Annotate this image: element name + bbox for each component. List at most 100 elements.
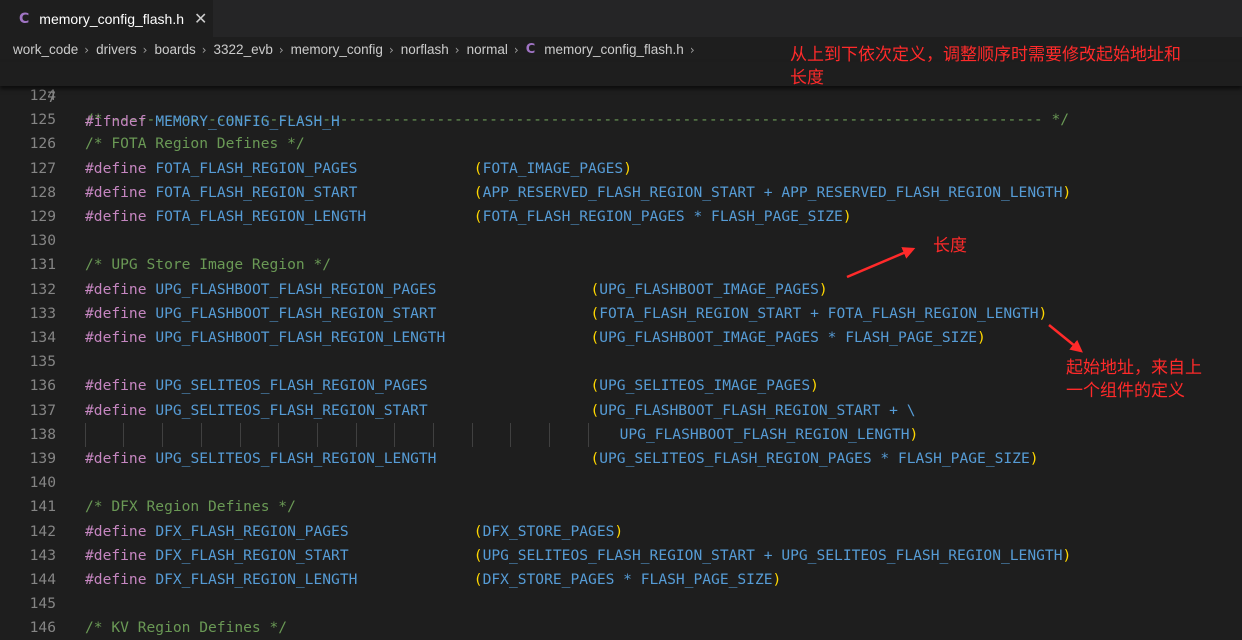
breadcrumb-item[interactable]: memory_config xyxy=(291,42,383,57)
chevron-right-icon: › xyxy=(454,42,460,57)
chevron-right-icon: › xyxy=(388,42,394,57)
annotation-start-line1: 起始地址，来自上 xyxy=(1066,358,1202,378)
macro-name: DFX_FLASH_REGION_START xyxy=(155,546,349,564)
open-paren: ( xyxy=(590,304,600,322)
indent-guide xyxy=(588,422,589,447)
code-line[interactable]: 144 #define DFX_FLASH_REGION_LENGTH (DFX_S… xyxy=(0,568,1242,592)
indent-guide xyxy=(433,422,434,447)
code-line[interactable]: 139 #define UPG_SELITEOS_FLASH_REGION_LEN… xyxy=(0,447,1242,471)
line-number: 135 xyxy=(29,353,56,371)
code-line[interactable]: 131 /* UPG Store Image Region */ xyxy=(0,253,1242,277)
line-number: 129 xyxy=(29,208,56,225)
code-line[interactable]: 141 /* DFX Region Defines */ xyxy=(0,495,1242,519)
open-paren: ( xyxy=(590,329,600,346)
macro-value: UPG_SELITEOS_IMAGE_PAGES xyxy=(599,377,811,395)
preprocessor-keyword: #define xyxy=(85,571,147,588)
open-paren: ( xyxy=(473,571,483,588)
code-line[interactable]: 128 #define FOTA_FLASH_REGION_START (APP_R… xyxy=(0,181,1242,205)
annotation-top-note-line2: 长度 xyxy=(790,68,824,88)
preprocessor-keyword: #define xyxy=(85,304,147,322)
close-paren: ) xyxy=(1062,183,1072,201)
indent-guide xyxy=(85,422,86,447)
open-paren: ( xyxy=(590,401,600,419)
code-line[interactable]: 134 #define UPG_FLASHBOOT_FLASH_REGION_LE… xyxy=(0,326,1242,350)
line-number: 128 xyxy=(29,183,56,201)
code-line[interactable]: 145 xyxy=(0,592,1242,616)
code-line[interactable]: 135 xyxy=(0,350,1242,374)
chevron-right-icon: › xyxy=(278,42,284,57)
macro-value: DFX_STORE_PAGES xyxy=(482,522,615,540)
macro-value: FOTA_FLASH_REGION_START + FOTA_FLASH_REG… xyxy=(599,304,1039,322)
macro-value: UPG_FLASHBOOT_FLASH_REGION_LENGTH xyxy=(619,425,910,443)
annotation-top-note: 从上到下依次定义，调整顺序时需要修改起始地址和 长度 xyxy=(790,44,1181,90)
close-paren: ) xyxy=(623,159,632,177)
close-icon[interactable]: ✕ xyxy=(194,9,207,28)
code-line[interactable]: 136 #define UPG_SELITEOS_FLASH_REGION_PAG… xyxy=(0,374,1242,398)
code-line[interactable]: 130 xyxy=(0,229,1242,253)
preprocessor-keyword: #define xyxy=(85,280,147,298)
close-paren: ) xyxy=(1038,304,1048,322)
close-paren: ) xyxy=(842,208,852,225)
open-paren: ( xyxy=(473,183,483,201)
code-line[interactable]: 137 #define UPG_SELITEOS_FLASH_REGION_STA… xyxy=(0,399,1242,423)
annotation-length: 长度 xyxy=(933,236,967,256)
editor-tab-bar: C memory_config_flash.h ✕ xyxy=(0,0,1242,37)
indent-guide xyxy=(317,422,318,447)
code-line[interactable]: 143 #define DFX_FLASH_REGION_START (UPG_SE… xyxy=(0,544,1242,568)
breadcrumb-item[interactable]: drivers xyxy=(96,42,137,57)
macro-name: UPG_SELITEOS_FLASH_REGION_START xyxy=(155,401,428,419)
macro-name: FOTA_FLASH_REGION_PAGES xyxy=(155,159,358,177)
code-line[interactable]: 129 #define FOTA_FLASH_REGION_LENGTH (FOTA… xyxy=(0,205,1242,229)
line-number: 141 xyxy=(29,498,56,516)
chevron-right-icon: › xyxy=(513,42,519,57)
close-paren: ) xyxy=(1029,450,1039,467)
code-line[interactable]: 138 UPG_FLASHBOOT_FLASH_REGION_LENGTH) xyxy=(0,422,1242,447)
preprocessor-keyword: #define xyxy=(85,159,147,177)
close-paren: ) xyxy=(909,425,919,443)
open-paren: ( xyxy=(590,450,600,467)
line-number: 139 xyxy=(29,450,56,467)
macro-value: FOTA_IMAGE_PAGES xyxy=(482,159,624,177)
code-line[interactable]: 127 #define FOTA_FLASH_REGION_PAGES (FOTA_… xyxy=(0,157,1242,181)
macro-name: UPG_FLASHBOOT_FLASH_REGION_START xyxy=(155,304,437,322)
indent-guide xyxy=(123,422,124,447)
code-line[interactable]: 133 #define UPG_FLASHBOOT_FLASH_REGION_ST… xyxy=(0,302,1242,326)
macro-value: FOTA_FLASH_REGION_PAGES * FLASH_PAGE_SIZ… xyxy=(482,208,843,225)
preprocessor-keyword: #define xyxy=(85,329,147,346)
line-number: 130 xyxy=(29,232,56,250)
macro-value: DFX_STORE_PAGES * FLASH_PAGE_SIZE xyxy=(482,571,773,588)
chevron-right-icon: › xyxy=(689,42,695,57)
editor-tab[interactable]: C memory_config_flash.h ✕ xyxy=(0,0,213,37)
breadcrumb-file[interactable]: memory_config_flash.h xyxy=(544,42,684,57)
breadcrumb-item[interactable]: normal xyxy=(467,42,508,57)
line-number: 140 xyxy=(29,474,56,492)
indent-guide xyxy=(472,422,473,447)
macro-name: FOTA_FLASH_REGION_LENGTH xyxy=(155,208,367,225)
preprocessor-keyword: #ifndef xyxy=(85,113,147,130)
line-number: 138 xyxy=(29,425,56,443)
code-comment: /* KV Region Defines */ xyxy=(85,619,288,637)
code-line[interactable]: 132 #define UPG_FLASHBOOT_FLASH_REGION_PA… xyxy=(0,278,1242,302)
close-paren: ) xyxy=(1062,546,1072,564)
breadcrumb-item[interactable]: boards xyxy=(154,42,195,57)
line-number: 133 xyxy=(29,304,56,322)
line-number: 136 xyxy=(29,377,56,395)
indent-guide xyxy=(394,422,395,447)
breadcrumb-item[interactable]: work_code xyxy=(13,42,78,57)
open-paren: ( xyxy=(590,377,600,395)
code-line[interactable]: 140 xyxy=(0,471,1242,495)
line-number: 132 xyxy=(29,280,56,298)
tab-title[interactable]: memory_config_flash.h xyxy=(39,11,184,27)
macro-name: UPG_SELITEOS_FLASH_REGION_PAGES xyxy=(155,377,428,395)
code-editor[interactable]: 7 #ifndef MEMORY_CONFIG_FLASH_H 124 125/*… xyxy=(0,62,1242,636)
breadcrumb-item[interactable]: norflash xyxy=(401,42,449,57)
macro-name: UPG_SELITEOS_FLASH_REGION_LENGTH xyxy=(155,450,437,467)
code-line[interactable]: 142 #define DFX_FLASH_REGION_PAGES (DFX_ST… xyxy=(0,520,1242,544)
close-paren: ) xyxy=(977,329,986,346)
code-line[interactable]: 146 /* KV Region Defines */ xyxy=(0,616,1242,640)
code-line[interactable]: 126/* FOTA Region Defines */ xyxy=(0,132,1242,156)
macro-value: UPG_SELITEOS_FLASH_REGION_PAGES * FLASH_… xyxy=(599,450,1030,467)
macro-name: DFX_FLASH_REGION_PAGES xyxy=(155,522,349,540)
macro-name: FOTA_FLASH_REGION_START xyxy=(155,183,358,201)
breadcrumb-item[interactable]: 3322_evb xyxy=(214,42,273,57)
